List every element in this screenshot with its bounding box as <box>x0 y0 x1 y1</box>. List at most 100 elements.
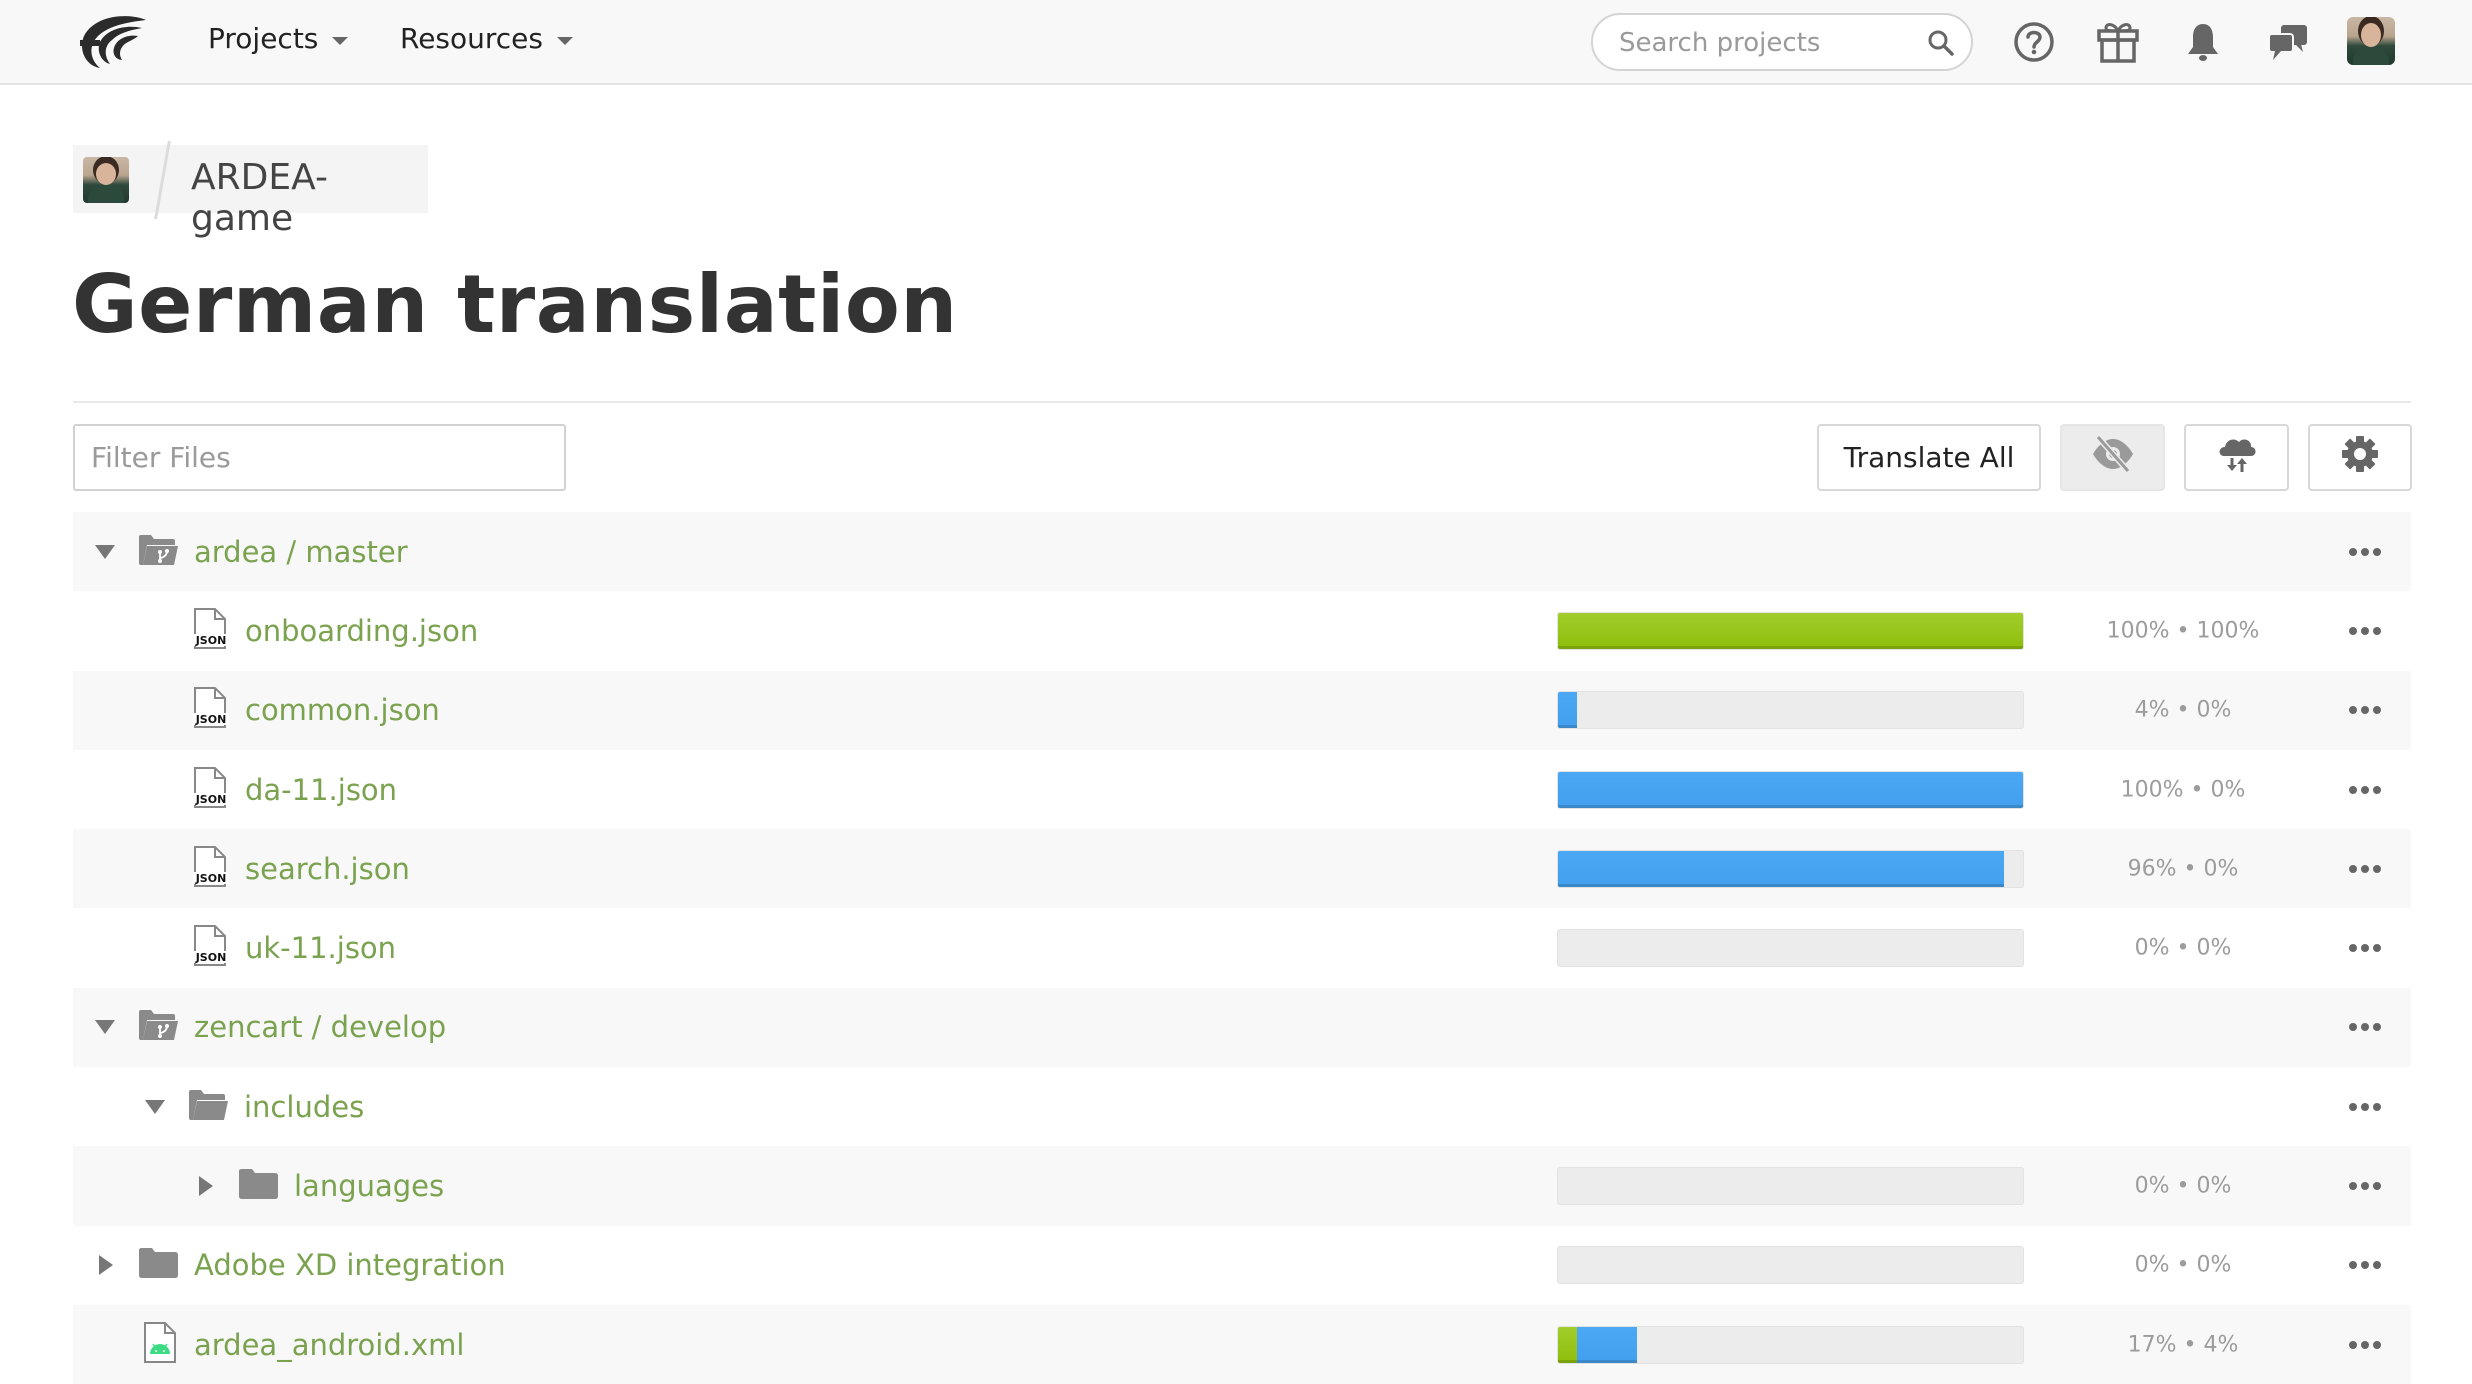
branch-folder-icon <box>137 533 179 571</box>
file-tree-row[interactable]: JSON da-11.json 100% • 0% <box>73 750 2411 829</box>
more-options-icon[interactable] <box>2335 928 2395 968</box>
avatar-head <box>2361 23 2381 47</box>
more-options-icon[interactable] <box>2335 1166 2395 1206</box>
gift-icon[interactable] <box>2096 20 2140 64</box>
caret-down-icon[interactable] <box>95 1020 115 1035</box>
caret-right-icon[interactable] <box>199 1176 213 1197</box>
cloud-sync-icon <box>2216 434 2258 481</box>
file-tree-row[interactable]: languages 0% • 0% <box>73 1146 2411 1226</box>
chevron-down-icon <box>557 36 573 45</box>
messages-icon[interactable] <box>2266 20 2310 64</box>
folder-name-link[interactable]: ardea / master <box>194 535 408 569</box>
nav-resources-menu[interactable]: Resources <box>400 22 573 55</box>
file-name-link[interactable]: common.json <box>245 693 440 727</box>
filter-files-input[interactable] <box>75 426 564 489</box>
json-file-icon: JSON <box>191 925 231 971</box>
owner-avatar[interactable] <box>83 157 129 203</box>
progress-bar <box>1557 691 2024 730</box>
caret-right-icon[interactable] <box>99 1255 113 1276</box>
progress-bar <box>1557 611 2024 650</box>
bell-icon[interactable] <box>2181 20 2225 64</box>
more-options-icon[interactable] <box>2335 1325 2395 1365</box>
crowdin-logo-icon[interactable] <box>76 14 150 70</box>
folder-name-link[interactable]: zencart / develop <box>194 1010 446 1044</box>
chevron-down-icon <box>332 36 349 45</box>
svg-text:JSON: JSON <box>195 713 227 726</box>
file-name-link[interactable]: uk-11.json <box>245 931 396 965</box>
file-tree-row[interactable]: ardea_android.xml 17% • 4% <box>73 1304 2411 1384</box>
progress-stats: 17% • 4% <box>2127 1332 2239 1358</box>
file-tree-row[interactable]: ardea / master <box>73 512 2411 592</box>
file-tree-row[interactable]: JSON search.json 96% • 0% <box>73 829 2411 909</box>
user-avatar[interactable] <box>2347 17 2395 65</box>
progress-bar <box>1557 929 2024 968</box>
progress-stats: 100% • 0% <box>2120 777 2246 803</box>
more-options-icon[interactable] <box>2335 611 2395 651</box>
more-options-icon[interactable] <box>2335 1007 2395 1047</box>
more-options-icon[interactable] <box>2335 532 2395 572</box>
progress-bar <box>1557 1246 2024 1285</box>
file-tree-row[interactable]: includes <box>73 1067 2411 1146</box>
more-options-icon[interactable] <box>2335 1087 2395 1127</box>
progress-bar <box>1557 770 2024 809</box>
nav-projects-menu[interactable]: Projects <box>208 22 349 55</box>
progress-stats: 0% • 0% <box>2134 1173 2232 1199</box>
more-options-icon[interactable] <box>2335 1245 2395 1285</box>
json-file-icon: JSON <box>191 766 231 813</box>
progress-bar <box>1557 1167 2024 1206</box>
progress-approved-segment <box>1558 612 2023 649</box>
file-tree: ardea / master JSON onboarding.json 100% • … <box>73 512 2411 1384</box>
translate-all-button[interactable]: Translate All <box>1817 424 2041 491</box>
avatar-head <box>96 163 116 185</box>
progress-translated-segment <box>1576 1326 1638 1363</box>
branch-folder-icon <box>137 1008 179 1046</box>
folder-open-icon <box>187 1088 229 1126</box>
more-options-icon[interactable] <box>2335 770 2395 810</box>
file-name-link[interactable]: search.json <box>245 852 410 886</box>
nav-resources-label: Resources <box>400 22 543 55</box>
progress-stats: 0% • 0% <box>2134 935 2232 961</box>
sync-cloud-button[interactable] <box>2184 424 2289 491</box>
gear-icon <box>2340 434 2380 481</box>
avatar-body <box>88 185 124 203</box>
breadcrumb-separator <box>154 141 171 219</box>
top-nav-bar: Projects Resources <box>0 0 2472 85</box>
android-file-icon <box>143 1321 177 1368</box>
more-options-icon[interactable] <box>2335 690 2395 730</box>
folder-name-link[interactable]: includes <box>244 1090 364 1124</box>
breadcrumb: ARDEA-game <box>73 141 428 239</box>
caret-down-icon[interactable] <box>95 544 115 559</box>
caret-down-icon[interactable] <box>145 1099 165 1114</box>
svg-text:JSON: JSON <box>195 793 227 806</box>
json-file-icon: JSON <box>191 687 231 733</box>
search-icon[interactable] <box>1927 29 1955 57</box>
hide-button[interactable] <box>2060 424 2165 491</box>
file-name-link[interactable]: da-11.json <box>245 773 397 807</box>
folder-name-link[interactable]: Adobe XD integration <box>194 1248 506 1282</box>
file-name-link[interactable]: ardea_android.xml <box>194 1328 464 1362</box>
search-projects-input[interactable] <box>1619 25 1909 61</box>
file-tree-row[interactable]: JSON onboarding.json 100% • 100% <box>73 591 2411 670</box>
folder-name-link[interactable]: languages <box>294 1169 444 1203</box>
progress-stats: 100% • 100% <box>2106 618 2260 644</box>
progress-stats: 0% • 0% <box>2134 1252 2232 1278</box>
progress-stats: 96% • 0% <box>2127 856 2239 882</box>
file-tree-row[interactable]: JSON uk-11.json 0% • 0% <box>73 908 2411 987</box>
help-icon[interactable] <box>2012 20 2056 64</box>
more-options-icon[interactable] <box>2335 849 2395 889</box>
progress-stats: 4% • 0% <box>2134 697 2232 723</box>
filter-files <box>73 424 566 491</box>
eye-off-icon <box>2090 434 2136 481</box>
folder-icon <box>137 1246 179 1284</box>
file-name-link[interactable]: onboarding.json <box>245 614 478 648</box>
progress-approved-segment <box>1558 1326 1577 1363</box>
breadcrumb-project-link[interactable]: ARDEA-game <box>191 157 428 239</box>
file-tree-row[interactable]: Adobe XD integration 0% • 0% <box>73 1226 2411 1305</box>
settings-button[interactable] <box>2308 424 2412 491</box>
file-tree-row[interactable]: zencart / develop <box>73 987 2411 1068</box>
json-file-icon: JSON <box>191 845 231 892</box>
progress-translated-segment <box>1558 771 2023 808</box>
folder-icon <box>237 1167 279 1205</box>
file-tree-row[interactable]: JSON common.json 4% • 0% <box>73 670 2411 750</box>
progress-bar <box>1557 1325 2024 1364</box>
